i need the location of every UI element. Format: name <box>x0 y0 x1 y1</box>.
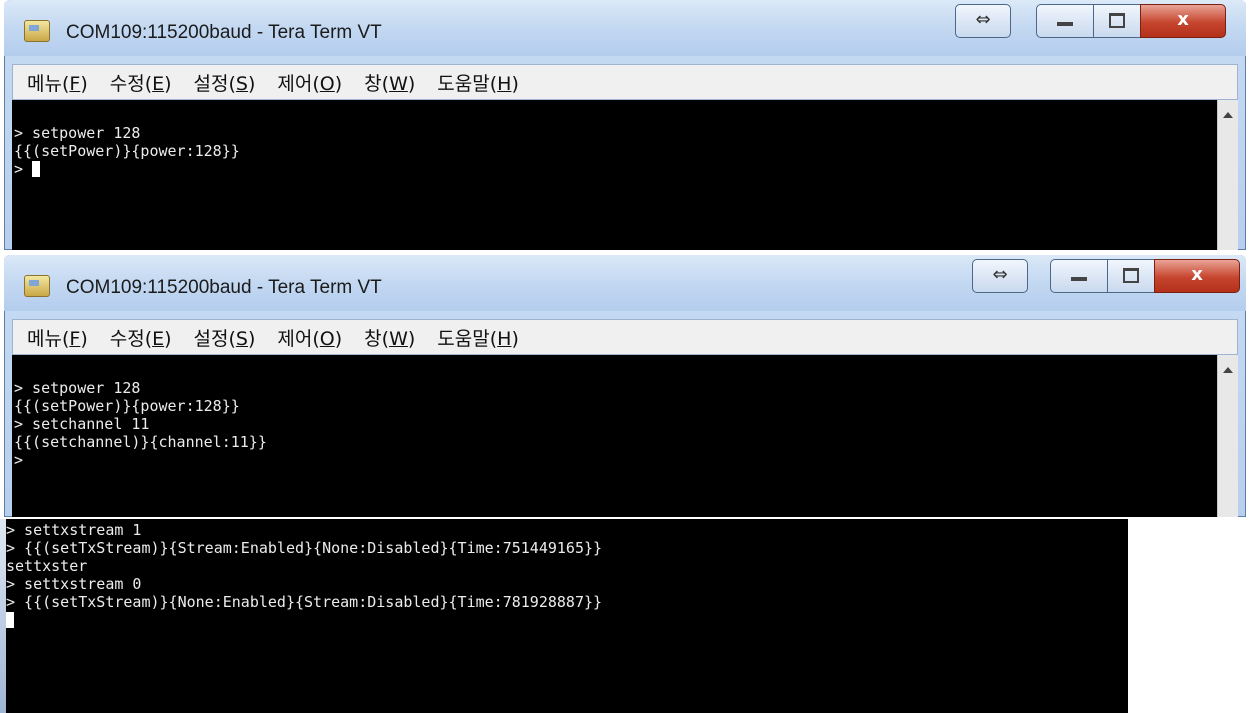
menu-edit[interactable]: 수정(E) <box>110 69 172 96</box>
minimize-button[interactable] <box>1036 4 1094 38</box>
tera-term-app-icon[interactable] <box>24 20 50 42</box>
double-arrow-icon: ⇔ <box>975 9 991 30</box>
resize-toggle-button[interactable]: ⇔ <box>972 259 1028 293</box>
window-title: COM109:115200baud - Tera Term VT <box>66 277 382 298</box>
terminal-prompt-line <box>6 611 602 629</box>
terminal-line: > settxstream 0 <box>6 575 142 593</box>
maximize-icon <box>1123 267 1139 283</box>
menu-window[interactable]: 창(W) <box>364 324 415 351</box>
menu-edit[interactable]: 수정(E) <box>110 324 172 351</box>
close-icon: x <box>1177 9 1189 30</box>
terminal-line: {{(setPower)}{power:128}} <box>14 397 240 415</box>
terminal-line: {{(setchannel)}{channel:11}} <box>14 433 267 451</box>
minimize-icon <box>1071 277 1087 281</box>
maximize-icon <box>1109 12 1125 28</box>
menu-setup[interactable]: 설정(S) <box>194 324 256 351</box>
terminal-line: > setchannel 11 <box>14 415 150 433</box>
resize-toggle-button[interactable]: ⇔ <box>955 4 1011 38</box>
text-cursor <box>32 161 41 177</box>
window-title: COM109:115200baud - Tera Term VT <box>66 22 382 43</box>
terminal-line: > {{(setTxStream)}{Stream:Enabled}{None:… <box>6 539 603 557</box>
vertical-scrollbar[interactable] <box>1217 355 1238 517</box>
terminal-area[interactable]: > setpower 128 {{(setPower)}{power:128}} > <box>12 100 1238 250</box>
menu-window[interactable]: 창(W) <box>364 69 415 96</box>
menu-setup[interactable]: 설정(S) <box>194 69 256 96</box>
prompt: > <box>14 160 33 178</box>
menu-bar: 메뉴(F) 수정(E) 설정(S) 제어(O) 창(W) 도움말(H) <box>12 64 1238 100</box>
terminal-line: settxster <box>6 557 88 575</box>
terminal-output: > setpower 128 {{(setPower)}{power:128}} >… <box>14 379 267 469</box>
menu-bar: 메뉴(F) 수정(E) 설정(S) 제어(O) 창(W) 도움말(H) <box>12 319 1238 355</box>
minimize-button[interactable] <box>1050 259 1108 293</box>
terminal-line: > setpower 128 <box>14 124 141 142</box>
vertical-scrollbar[interactable] <box>1217 100 1238 250</box>
maximize-button[interactable] <box>1093 4 1141 38</box>
menu-file[interactable]: 메뉴(F) <box>27 324 88 351</box>
maximize-button[interactable] <box>1107 259 1155 293</box>
terminal-area[interactable]: > setpower 128 {{(setPower)}{power:128}} >… <box>12 355 1238 517</box>
terminal-prompt-line: > <box>14 160 240 178</box>
menu-file[interactable]: 메뉴(F) <box>27 69 88 96</box>
menu-control[interactable]: 제어(O) <box>277 324 342 351</box>
terminal-line: {{(setPower)}{power:128}} <box>14 142 240 160</box>
tera-term-window-1: COM109:115200baud - Tera Term VT ⇔ x 메뉴(… <box>0 0 1250 250</box>
close-icon: x <box>1191 264 1203 285</box>
terminal-line: > <box>14 451 24 469</box>
menu-help[interactable]: 도움말(H) <box>437 69 519 96</box>
terminal-console-3[interactable]: > settxstream 1 > {{(setTxStream)}{Stream… <box>0 519 1128 713</box>
terminal-output: > settxstream 1 > {{(setTxStream)}{Stream… <box>6 521 602 629</box>
menu-help[interactable]: 도움말(H) <box>437 324 519 351</box>
tera-term-window-2: COM109:115200baud - Tera Term VT ⇔ x 메뉴(… <box>0 255 1250 517</box>
tera-term-app-icon[interactable] <box>24 275 50 297</box>
terminal-output: > setpower 128 {{(setPower)}{power:128}} > <box>14 124 240 178</box>
double-arrow-icon: ⇔ <box>992 264 1008 285</box>
scroll-up-arrow-icon[interactable] <box>1223 367 1233 373</box>
menu-control[interactable]: 제어(O) <box>277 69 342 96</box>
terminal-line: > settxstream 1 <box>6 521 142 539</box>
terminal-line: > {{(setTxStream)}{None:Enabled}{Stream:… <box>6 593 603 611</box>
close-button[interactable]: x <box>1140 4 1226 38</box>
text-cursor <box>6 612 14 628</box>
close-button[interactable]: x <box>1154 259 1240 293</box>
scroll-up-arrow-icon[interactable] <box>1223 112 1233 118</box>
minimize-icon <box>1057 22 1073 26</box>
terminal-line: > setpower 128 <box>14 379 141 397</box>
